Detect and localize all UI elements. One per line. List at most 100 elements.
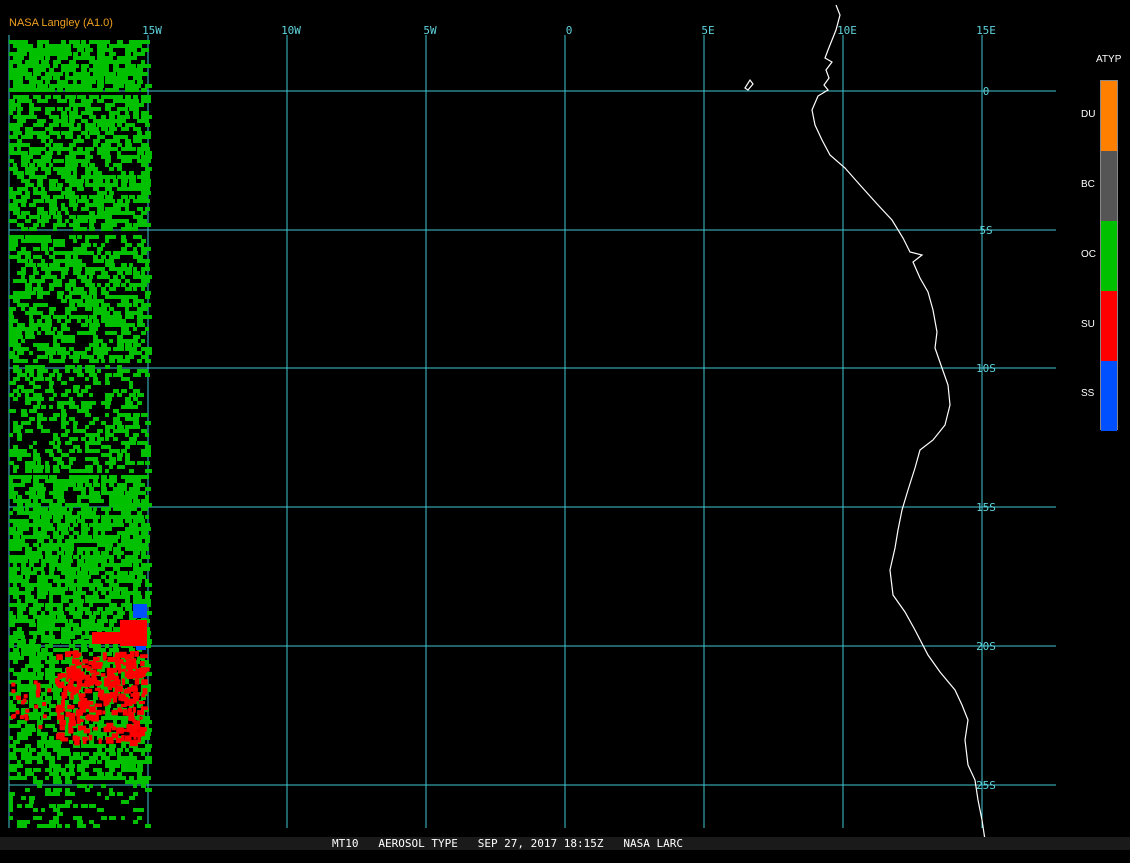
aerosol-pixel bbox=[65, 351, 70, 355]
aerosol-pixel bbox=[69, 64, 73, 68]
aerosol-pixel bbox=[49, 680, 55, 684]
aerosol-pixel bbox=[117, 143, 122, 147]
aerosol-pixel bbox=[85, 527, 90, 531]
aerosol-pixel bbox=[29, 772, 34, 776]
aerosol-pixel bbox=[45, 319, 52, 323]
aerosol-pixel bbox=[25, 64, 29, 68]
aerosol-pixel bbox=[41, 692, 47, 696]
aerosol-pixel bbox=[25, 429, 29, 433]
aerosol-pixel bbox=[53, 469, 60, 473]
aerosol-pixel bbox=[81, 163, 88, 167]
aerosol-pixel bbox=[81, 523, 88, 527]
aerosol-pixel bbox=[71, 675, 78, 682]
aerosol-pixel bbox=[141, 784, 146, 788]
aerosol-pixel bbox=[57, 283, 62, 287]
aerosol-pixel bbox=[133, 433, 139, 437]
aerosol-pixel bbox=[13, 239, 18, 243]
aerosol-pixel bbox=[97, 339, 103, 343]
aerosol-pixel bbox=[17, 327, 21, 331]
aerosol-pixel bbox=[49, 247, 54, 251]
aerosol-pixel bbox=[53, 772, 59, 776]
aerosol-pixel bbox=[13, 768, 17, 772]
aerosol-pixel bbox=[109, 579, 114, 583]
aerosol-pixel bbox=[25, 251, 31, 255]
aerosol-pixel bbox=[25, 535, 29, 539]
aerosol-pixel bbox=[73, 203, 78, 207]
aerosol-pixel bbox=[117, 457, 122, 461]
aerosol-pixel bbox=[89, 219, 96, 223]
aerosol-pixel bbox=[53, 335, 57, 339]
aerosol-pixel bbox=[97, 535, 101, 539]
aerosol-pixel bbox=[133, 784, 137, 788]
aerosol-pixel bbox=[89, 48, 93, 52]
aerosol-pixel bbox=[21, 571, 25, 575]
aerosol-pixel bbox=[57, 373, 62, 377]
aerosol-pixel bbox=[33, 776, 37, 780]
aerosol-pixel bbox=[121, 449, 127, 453]
aerosol-pixel bbox=[81, 195, 87, 199]
aerosol-pixel bbox=[13, 740, 20, 744]
aerosol-pixel bbox=[25, 127, 29, 131]
aerosol-pixel bbox=[93, 255, 98, 259]
aerosol-pixel bbox=[117, 421, 122, 425]
aerosol-pixel bbox=[65, 44, 71, 48]
aerosol-pixel bbox=[137, 808, 144, 812]
aerosol-pixel bbox=[33, 279, 37, 283]
aerosol-pixel bbox=[129, 405, 133, 409]
aerosol-pixel bbox=[125, 52, 131, 56]
aerosol-pixel bbox=[49, 389, 54, 393]
aerosol-pixel bbox=[81, 84, 85, 88]
aerosol-pixel bbox=[61, 543, 65, 547]
aerosol-pixel bbox=[117, 151, 121, 155]
aerosol-pixel bbox=[65, 804, 70, 808]
aerosol-pixel bbox=[145, 748, 151, 752]
aerosol-pixel bbox=[35, 690, 40, 695]
aerosol-pixel bbox=[45, 788, 51, 792]
aerosol-pixel bbox=[65, 700, 69, 704]
aerosol-pixel bbox=[145, 155, 152, 159]
aerosol-pixel bbox=[145, 48, 149, 52]
aerosol-pixel bbox=[17, 684, 21, 688]
aerosol-pixel bbox=[57, 812, 63, 816]
aerosol-pixel bbox=[109, 56, 113, 60]
aerosol-pixel bbox=[90, 669, 97, 674]
aerosol-pixel bbox=[53, 64, 58, 68]
aerosol-pixel bbox=[29, 728, 36, 732]
aerosol-pixel bbox=[57, 583, 61, 587]
aerosol-pixel bbox=[125, 343, 132, 347]
aerosol-pixel bbox=[33, 479, 39, 483]
aerosol-pixel bbox=[17, 255, 21, 259]
aerosol-pixel bbox=[130, 693, 138, 697]
aerosol-pixel bbox=[137, 479, 141, 483]
aerosol-pixel bbox=[21, 187, 28, 191]
aerosol-pixel bbox=[53, 437, 60, 441]
aerosol-pixel bbox=[121, 483, 127, 487]
aerosol-pixel bbox=[85, 207, 89, 211]
aerosol-pixel bbox=[101, 52, 105, 56]
aerosol-pixel bbox=[145, 183, 151, 187]
aerosol-pixel bbox=[37, 816, 42, 820]
aerosol-pixel bbox=[93, 143, 98, 147]
aerosol-pixel bbox=[73, 163, 78, 167]
aerosol-pixel bbox=[37, 303, 41, 307]
aerosol-pixel bbox=[145, 503, 152, 507]
aerosol-pixel bbox=[85, 752, 89, 756]
aerosol-pixel bbox=[85, 239, 89, 243]
aerosol-pixel bbox=[105, 425, 109, 429]
aerosol-pixel bbox=[81, 491, 86, 495]
aerosol-pixel bbox=[125, 295, 129, 299]
aerosol-pixel bbox=[145, 135, 151, 139]
aerosol-pixel bbox=[89, 491, 93, 495]
aerosol-pixel bbox=[53, 692, 60, 696]
aerosol-pixel bbox=[45, 235, 51, 239]
aerosol-pixel bbox=[61, 393, 68, 397]
aerosol-pixel bbox=[129, 355, 134, 359]
aerosol-pixel bbox=[89, 615, 96, 619]
aerosol-pixel bbox=[73, 385, 80, 389]
aerosol-pixel bbox=[97, 44, 101, 48]
aerosol-pixel bbox=[117, 756, 121, 760]
aerosol-pixel bbox=[81, 95, 86, 99]
aerosol-pixel bbox=[141, 441, 148, 445]
aerosol-pixel bbox=[49, 523, 53, 527]
aerosol-pixel bbox=[37, 44, 43, 48]
